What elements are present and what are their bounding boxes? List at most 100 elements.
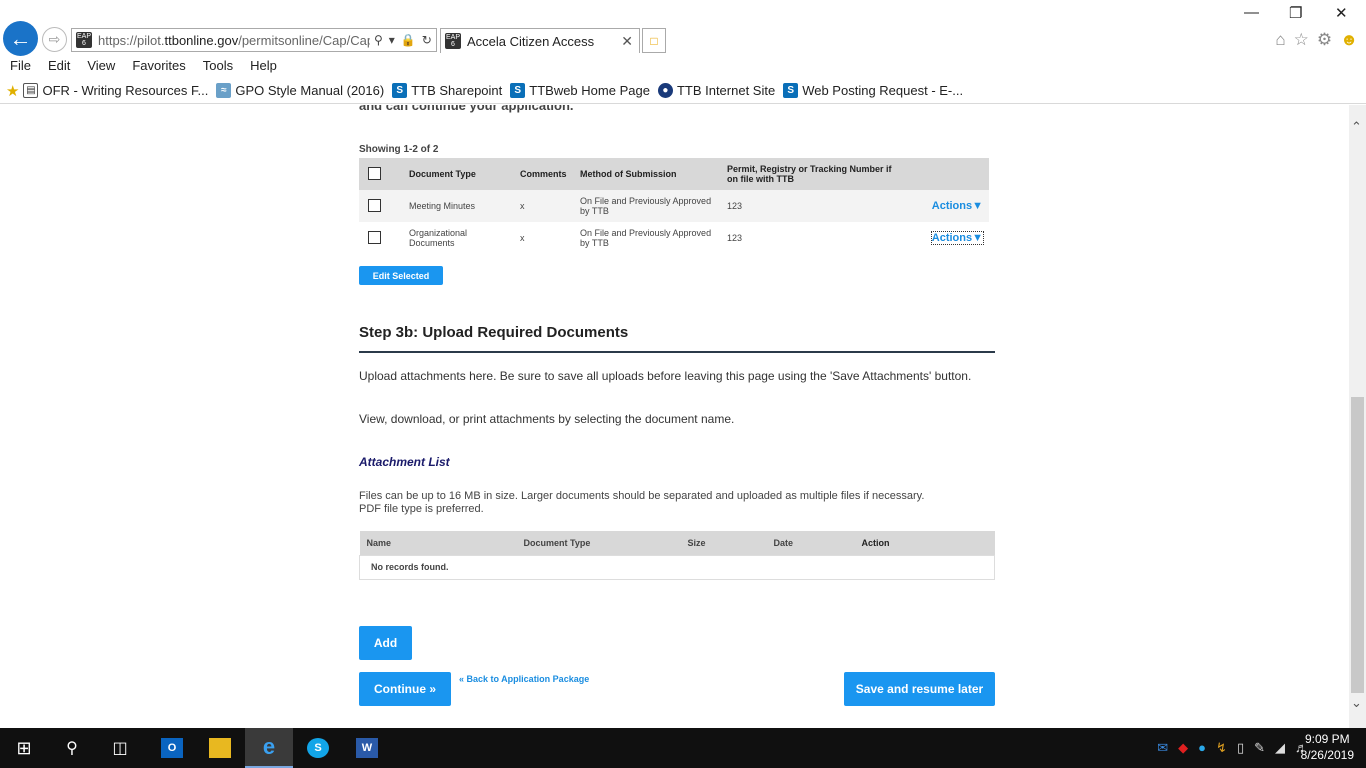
tab-title: Accela Citizen Access [467, 33, 595, 49]
no-records-text: No records found. [359, 554, 995, 580]
sharepoint-icon: S [510, 83, 526, 98]
restore-icon[interactable]: ❐ [1289, 4, 1302, 22]
address-bar[interactable]: EAP 6 https://pilot.ttbonline.gov/permit… [71, 28, 437, 52]
caret-down-icon: ▼ [972, 200, 983, 212]
menu-edit[interactable]: Edit [48, 56, 70, 77]
search-icon[interactable]: ⚲ [374, 33, 383, 47]
arrow-left-icon: ← [9, 25, 32, 51]
clock-time: 9:09 PM [1304, 732, 1350, 746]
menu-help[interactable]: Help [250, 56, 277, 77]
cut-off-text: and can continue your application. [359, 105, 574, 113]
task-view-icon: ◫ [112, 740, 128, 757]
refresh-icon[interactable]: ↻ [422, 33, 432, 47]
task-view-button[interactable]: ◫ [96, 728, 144, 768]
fav-ofr[interactable]: ▤ OFR - Writing Resources F... [23, 83, 208, 98]
scroll-thumb[interactable] [1351, 397, 1364, 693]
usb-icon[interactable]: ▯ [1237, 740, 1244, 756]
smiley-icon[interactable]: ☻ [1340, 30, 1358, 50]
sharepoint-icon: S [783, 83, 799, 98]
menu-favorites[interactable]: Favorites [132, 56, 185, 77]
cell-method: On File and Previously Approved by TTB [576, 190, 723, 222]
view-instructions: View, download, or print attachments by … [359, 412, 735, 426]
fav-web-posting[interactable]: S Web Posting Request - E-... [783, 83, 963, 98]
table-row: No records found. [359, 554, 995, 580]
col-comments: Comments [516, 158, 576, 190]
fav-ttb-sharepoint[interactable]: S TTB Sharepoint [392, 83, 502, 98]
pen-icon[interactable]: ✎ [1254, 740, 1265, 756]
row-checkbox[interactable] [368, 198, 381, 212]
row-checkbox[interactable] [368, 230, 381, 244]
wifi-icon[interactable]: ◢ [1275, 740, 1285, 756]
clock[interactable]: 9:09 PM 8/26/2019 [1301, 731, 1354, 763]
add-button[interactable]: Add [359, 626, 412, 660]
back-to-package-link[interactable]: « Back to Application Package [459, 674, 589, 684]
start-button[interactable]: ⊞ [0, 728, 48, 768]
vertical-scrollbar[interactable]: ⌃ ⌄ [1349, 105, 1366, 728]
back-button[interactable]: ← [3, 21, 38, 56]
col-document-type: Document Type [516, 531, 681, 555]
menu-tools[interactable]: Tools [203, 56, 233, 77]
table-header: Document Type Comments Method of Submiss… [359, 158, 989, 190]
caret-down-icon: ▼ [972, 232, 983, 244]
scroll-down-icon[interactable]: ⌄ [1351, 695, 1362, 711]
upload-instructions: Upload attachments here. Be sure to save… [359, 369, 972, 383]
url-text[interactable]: https://pilot.ttbonline.gov/permitsonlin… [98, 33, 370, 48]
step-divider [359, 351, 995, 353]
table-header: Name Document Type Size Date Action [359, 531, 995, 555]
select-all-checkbox[interactable] [368, 166, 381, 180]
taskbar-ie[interactable]: e [245, 728, 293, 768]
star-icon[interactable]: ☆ [1294, 30, 1309, 50]
save-resume-button[interactable]: Save and resume later [844, 672, 995, 706]
fav-ttb-internet[interactable]: ● TTB Internet Site [657, 83, 775, 98]
minimize-icon[interactable]: — [1244, 4, 1259, 21]
page-viewport: and can continue your application. Showi… [0, 105, 1349, 728]
scroll-up-icon[interactable]: ⌃ [1351, 119, 1362, 135]
step-title: Step 3b: Upload Required Documents [359, 324, 629, 341]
cell-doc-type: Meeting Minutes [405, 190, 516, 222]
col-name: Name [359, 531, 517, 555]
network-tool-icon[interactable]: ↯ [1216, 740, 1227, 756]
table-row: Organizational Documents x On File and P… [359, 222, 989, 254]
taskbar-skype[interactable]: S [294, 728, 342, 768]
cell-comments: x [520, 233, 525, 243]
search-button[interactable]: ⚲ [48, 728, 96, 768]
favorites-bar: ★ ▤ OFR - Writing Resources F... ≈ GPO Sty… [0, 78, 1366, 104]
close-tab-icon[interactable]: ✕ [621, 33, 633, 50]
taskbar-explorer[interactable] [196, 728, 244, 768]
gear-icon[interactable]: ⚙ [1317, 30, 1332, 50]
col-size: Size [680, 531, 767, 555]
new-tab-button[interactable]: □ [642, 28, 666, 53]
menu-file[interactable]: File [10, 56, 31, 77]
edit-selected-button[interactable]: Edit Selected [359, 266, 443, 285]
dropdown-icon[interactable]: ▾ [389, 33, 395, 47]
sharepoint-icon: S [392, 83, 408, 98]
internet-explorer-icon: e [262, 734, 276, 759]
mcafee-icon[interactable]: ◆ [1178, 740, 1188, 756]
taskbar: ⊞ ⚲ ◫ O e S W ✉ ◆ ● ↯ ▯ ✎ ◢ ♬ 9:09 PM 8/… [0, 728, 1366, 768]
taskbar-outlook[interactable]: O [148, 728, 196, 768]
menu-view[interactable]: View [87, 56, 115, 77]
home-icon[interactable]: ⌂ [1275, 30, 1285, 50]
lock-icon[interactable]: 🔒 [401, 33, 416, 47]
fav-ttbweb[interactable]: S TTBweb Home Page [510, 83, 650, 98]
taskbar-word[interactable]: W [343, 728, 391, 768]
skype-tray-icon[interactable]: ● [1198, 740, 1206, 756]
cell-comments: x [516, 190, 576, 222]
close-window-icon[interactable]: ✕ [1335, 4, 1348, 22]
tab-accela[interactable]: EAP 6 Accela Citizen Access ✕ [440, 28, 640, 53]
outlook-tray-icon[interactable]: ✉ [1157, 740, 1168, 756]
outlook-icon: O [161, 738, 183, 758]
forward-button[interactable]: ⇨ [42, 27, 67, 52]
col-action: Action [854, 531, 995, 555]
eap-badge-icon: EAP 6 [445, 33, 461, 49]
fav-gpo[interactable]: ≈ GPO Style Manual (2016) [216, 83, 384, 98]
col-permit-number: Permit, Registry or Tracking Number if o… [723, 158, 909, 190]
add-favorites-star-icon[interactable]: ★ [6, 82, 19, 100]
documents-table: Document Type Comments Method of Submiss… [359, 158, 989, 254]
actions-dropdown[interactable]: Actions▼ [930, 231, 985, 245]
actions-dropdown[interactable]: Actions▼ [932, 200, 983, 212]
arrow-right-icon: ⇨ [48, 31, 61, 47]
continue-button[interactable]: Continue » [359, 672, 451, 706]
search-icon: ⚲ [66, 740, 78, 757]
cell-number: 123 [723, 190, 909, 222]
